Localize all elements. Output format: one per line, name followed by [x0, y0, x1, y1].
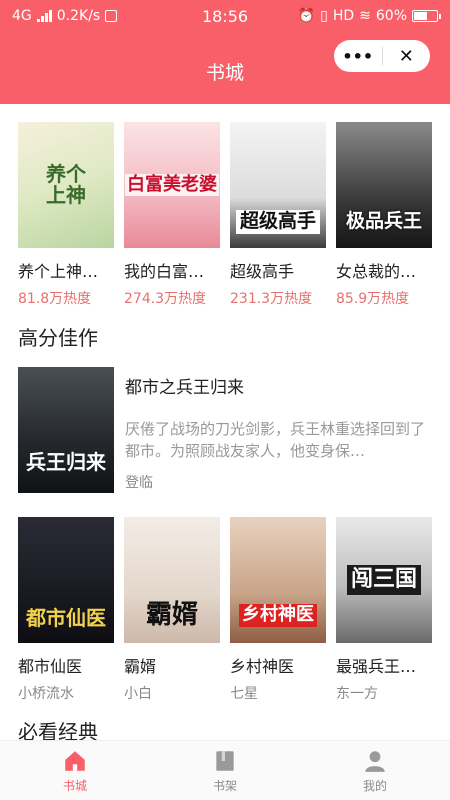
book-cover: 闯三国: [336, 517, 432, 643]
tab-bookstore[interactable]: 书城: [0, 741, 150, 800]
book-card[interactable]: 极品兵王 女总裁的… 85.9万热度: [336, 122, 432, 308]
book-heat: 274.3万热度: [124, 291, 207, 307]
featured-book-cover: 兵王归来: [18, 367, 114, 493]
book-author: 东一方: [336, 686, 378, 702]
featured-book-author: 登临: [125, 475, 153, 491]
top-bar: 4G 0.2K/s 18:56 ⏰ ▯ HD ≋ 60% 书城 ••• ✕: [0, 0, 450, 104]
book-cover: 都市仙医: [18, 517, 114, 643]
featured-book[interactable]: 兵王归来 都市之兵王归来 厌倦了战场的刀光剑影，兵王林重选择回到了都市。为照顾战…: [18, 367, 432, 493]
close-icon[interactable]: ✕: [383, 40, 431, 72]
book-title: 都市仙医: [18, 657, 83, 676]
bottom-tab-bar: 书城 书架 我的: [0, 740, 450, 800]
clock: 18:56: [201, 6, 249, 26]
battery-icon: [412, 10, 441, 22]
featured-book-title: 都市之兵王归来: [125, 378, 244, 398]
book-card[interactable]: 超级高手 超级高手 231.3万热度: [230, 122, 326, 308]
book-author: 小白: [124, 686, 152, 702]
book-cover: 极品兵王: [336, 122, 432, 248]
status-bar: 4G 0.2K/s 18:56 ⏰ ▯ HD ≋ 60%: [0, 0, 450, 32]
featured-book-description: 厌倦了战场的刀光剑影，兵王林重选择回到了都市。为照顾战友家人，他变身保…: [125, 420, 426, 460]
user-icon: [365, 750, 385, 772]
book-heat: 85.9万热度: [336, 291, 410, 307]
tab-label: 我的: [362, 778, 387, 793]
book-cover: 养个上神: [18, 122, 114, 248]
book-author: 七星: [230, 686, 258, 702]
tab-bookshelf[interactable]: 书架: [150, 741, 300, 800]
alarm-icon: ⏰: [297, 8, 316, 24]
book-title: 超级高手: [230, 262, 295, 281]
book-card[interactable]: 闯三国 最强兵王… 东一方: [336, 517, 432, 703]
book-card[interactable]: 霸婿 霸婿 小白: [124, 517, 220, 703]
book-title: 乡村神医: [230, 657, 295, 676]
book-card[interactable]: 养个上神 养个上神… 81.8万热度: [18, 122, 114, 308]
bookshelf-icon: [216, 750, 234, 771]
book-cover: 霸婿: [124, 517, 220, 643]
book-heat: 81.8万热度: [18, 291, 92, 307]
book-card[interactable]: 乡村神医 乡村神医 七星: [230, 517, 326, 703]
book-heat: 231.3万热度: [230, 291, 313, 307]
network-speed: 0.2K/s: [56, 8, 101, 24]
book-title: 女总裁的…: [336, 262, 417, 281]
book-title: 最强兵王…: [336, 657, 417, 676]
tab-label: 书架: [212, 778, 237, 793]
tab-label: 书城: [62, 778, 87, 793]
top-books-row: 养个上神 养个上神… 81.8万热度 白富美老婆 我的白富… 274.3万热度 …: [18, 122, 432, 308]
home-icon: [65, 750, 85, 771]
book-cover: 白富美老婆: [124, 122, 220, 248]
mini-program-capsule: ••• ✕: [334, 40, 430, 72]
book-card[interactable]: 白富美老婆 我的白富… 274.3万热度: [124, 122, 220, 308]
app-notification-icon: [105, 10, 118, 22]
book-title: 我的白富…: [124, 262, 205, 281]
book-cover: 乡村神医: [230, 517, 326, 643]
hd-label: HD: [332, 8, 355, 24]
vibrate-icon: ▯: [320, 8, 328, 24]
book-title: 养个上神…: [18, 262, 99, 281]
book-title: 霸婿: [124, 657, 157, 676]
network-label: 4G: [12, 8, 32, 24]
book-card[interactable]: 都市仙医 都市仙医 小桥流水: [18, 517, 114, 703]
book-cover: 超级高手: [230, 122, 326, 248]
battery-percent: 60%: [375, 8, 407, 24]
signal-icon: [36, 10, 52, 22]
section-heading-high-score: 高分佳作: [18, 326, 98, 350]
book-author: 小桥流水: [18, 686, 74, 702]
more-dots-icon[interactable]: •••: [334, 40, 382, 72]
second-books-row: 都市仙医 都市仙医 小桥流水 霸婿 霸婿 小白 乡村神医 乡村神医 七星 闯三国…: [18, 517, 432, 703]
wifi-icon: ≋: [359, 8, 371, 24]
tab-mine[interactable]: 我的: [300, 741, 450, 800]
